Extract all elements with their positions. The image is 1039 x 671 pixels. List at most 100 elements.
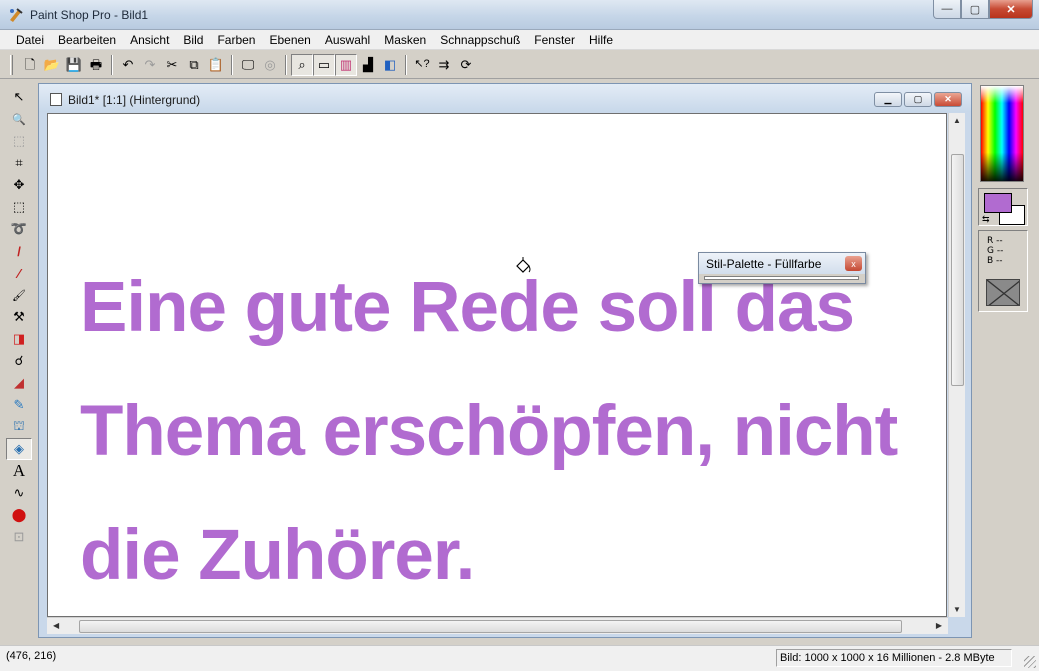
document-title: Bild1* [1:1] (Hintergrund): [68, 93, 201, 107]
layer-palette-icon[interactable]: ◧: [379, 54, 401, 76]
transparent-color-icon[interactable]: [986, 279, 1020, 306]
menu-auswahl[interactable]: Auswahl: [318, 30, 377, 50]
overview-icon[interactable]: ⌕: [291, 53, 313, 76]
paint-shop-pro-icon: [10, 8, 23, 22]
redo-icon[interactable]: ↷: [139, 54, 161, 76]
style-palette-content[interactable]: [704, 276, 859, 280]
object-selector-icon[interactable]: ⊡: [6, 526, 32, 548]
image-canvas[interactable]: Eine gute Rede soll das Thema erschöpfen…: [47, 113, 947, 617]
rgb-readout: R -- G -- B --: [978, 230, 1028, 312]
cursor-coordinates: (476, 216): [6, 650, 57, 662]
swap-colors-icon[interactable]: ⇆: [982, 214, 990, 225]
cut-icon[interactable]: ✂: [161, 54, 183, 76]
freehand-tool-icon[interactable]: ➰: [6, 218, 32, 240]
doc-close-button[interactable]: ✕: [934, 92, 962, 107]
refresh-icon[interactable]: ⟳: [455, 54, 477, 76]
open-folder-icon[interactable]: 📂: [41, 54, 63, 76]
menu-bild[interactable]: Bild: [176, 30, 210, 50]
scroll-right-arrow-icon[interactable]: ▶: [936, 621, 942, 630]
scroll-left-arrow-icon[interactable]: ◀: [53, 621, 59, 630]
doc-maximize-button[interactable]: ▢: [904, 92, 932, 107]
menu-hilfe[interactable]: Hilfe: [582, 30, 620, 50]
menu-fenster[interactable]: Fenster: [527, 30, 582, 50]
menu-bearbeiten[interactable]: Bearbeiten: [51, 30, 123, 50]
preset-shapes-icon[interactable]: ⬤: [6, 504, 32, 526]
paintbrush-tool-icon[interactable]: 🖌: [6, 284, 32, 306]
crop-tool-icon[interactable]: ⌗: [6, 152, 32, 174]
red-value: R --: [987, 236, 1003, 246]
toolbar-separator: [285, 54, 287, 75]
draw-tool-icon[interactable]: ∿: [6, 482, 32, 504]
vertical-scrollbar[interactable]: ▲ ▼: [948, 113, 965, 617]
scroll-up-arrow-icon[interactable]: ▲: [953, 116, 961, 125]
context-help-icon[interactable]: ↖?: [411, 54, 433, 76]
menu-masken[interactable]: Masken: [377, 30, 433, 50]
scroll-down-arrow-icon[interactable]: ▼: [953, 605, 961, 614]
foreground-color-swatch[interactable]: [984, 193, 1012, 213]
status-bar: (476, 216) Bild: 1000 x 1000 x 16 Millio…: [0, 645, 1039, 671]
save-icon[interactable]: 💾: [63, 54, 85, 76]
color-swatches: ⇆: [978, 188, 1028, 226]
new-document-icon[interactable]: 🗋: [19, 54, 41, 76]
print-icon[interactable]: 🖶: [85, 54, 107, 76]
window-title: Paint Shop Pro - Bild1: [30, 8, 149, 22]
close-button[interactable]: ✕: [989, 0, 1033, 19]
flood-fill-tool-icon[interactable]: ◈: [6, 438, 32, 460]
doc-minimize-button[interactable]: ▁: [874, 92, 902, 107]
toolbar-separator: [231, 54, 233, 75]
menu-schnappschuss[interactable]: Schnappschuß: [433, 30, 527, 50]
color-palette-icon[interactable]: ▥: [335, 53, 357, 76]
undo-icon[interactable]: ↶: [117, 54, 139, 76]
menu-ebenen[interactable]: Ebenen: [262, 30, 317, 50]
full-screen-preview-icon[interactable]: 🖵: [237, 54, 259, 76]
menu-ansicht[interactable]: Ansicht: [123, 30, 176, 50]
minimize-button[interactable]: —: [933, 0, 961, 19]
image-info: Bild: 1000 x 1000 x 16 Millionen - 2.8 M…: [776, 649, 1012, 667]
toolbar-grip[interactable]: [10, 54, 13, 75]
menu-bar: Datei Bearbeiten Ansicht Bild Farben Ebe…: [0, 30, 1039, 50]
retouch-tool-icon[interactable]: ☌: [6, 350, 32, 372]
horizontal-scrollbar[interactable]: ◀ ▶: [47, 617, 948, 634]
deform-tool-icon[interactable]: ⬚: [6, 130, 32, 152]
picture-tube-icon[interactable]: ✎: [6, 394, 32, 416]
menu-datei[interactable]: Datei: [9, 30, 51, 50]
arrow-tool-icon[interactable]: ↖: [6, 86, 32, 108]
canvas-text: Eine gute Rede soll das Thema erschöpfen…: [80, 246, 946, 616]
standard-toolbar: 🗋 📂 💾 🖶 ↶ ↷ ✂ ⧉ 📋 🖵 ◎ ⌕ ▭ ▥ ▟ ◧ ↖? ⇉ ⟳: [0, 51, 1039, 79]
maximize-button[interactable]: ▢: [961, 0, 989, 19]
style-palette-close-button[interactable]: x: [845, 256, 862, 271]
selection-tool-icon[interactable]: ⬚: [6, 196, 32, 218]
airbrush-tool-icon[interactable]: ⛫: [6, 416, 32, 438]
browse-icon[interactable]: ◎: [259, 54, 281, 76]
style-palette-title-bar[interactable]: Stil-Palette - Füllfarbe x: [699, 253, 865, 274]
toolbar-separator: [111, 54, 113, 75]
color-replacer-icon[interactable]: ◨: [6, 328, 32, 350]
document-window: Bild1* [1:1] (Hintergrund) ▁ ▢ ✕ Eine gu…: [38, 83, 972, 638]
paste-icon[interactable]: 📋: [205, 54, 227, 76]
style-palette-window[interactable]: Stil-Palette - Füllfarbe x: [698, 252, 866, 284]
histogram-icon[interactable]: ▟: [357, 54, 379, 76]
color-palette: ⇆ R -- G -- B --: [977, 82, 1033, 316]
copy-icon[interactable]: ⧉: [183, 54, 205, 76]
arrange-icon[interactable]: ⇉: [433, 54, 455, 76]
toolbar-separator: [405, 54, 407, 75]
flood-fill-cursor-icon: [516, 257, 531, 273]
green-value: G --: [987, 246, 1004, 256]
zoom-tool-icon[interactable]: 🔍: [6, 108, 32, 130]
vertical-scroll-thumb[interactable]: [951, 154, 964, 386]
eraser-tool-icon[interactable]: ◢: [6, 372, 32, 394]
blue-value: B --: [987, 256, 1003, 266]
document-title-bar[interactable]: Bild1* [1:1] (Hintergrund) ▁ ▢ ✕: [39, 84, 971, 112]
horizontal-scroll-thumb[interactable]: [79, 620, 902, 633]
color-spectrum[interactable]: [980, 85, 1024, 182]
text-tool-icon[interactable]: A: [6, 460, 32, 482]
clone-brush-icon[interactable]: ⚒: [6, 306, 32, 328]
dropper-tool-icon[interactable]: ⁄: [6, 262, 32, 284]
magic-wand-icon[interactable]: /: [6, 240, 32, 262]
canvas-text-line: Thema erschöpfen, nicht: [80, 392, 898, 471]
menu-farben[interactable]: Farben: [210, 30, 262, 50]
move-tool-icon[interactable]: ✥: [6, 174, 32, 196]
resize-grip-icon[interactable]: [1024, 656, 1036, 668]
tool-options-icon[interactable]: ▭: [313, 53, 335, 76]
style-palette-title: Stil-Palette - Füllfarbe: [706, 257, 822, 271]
